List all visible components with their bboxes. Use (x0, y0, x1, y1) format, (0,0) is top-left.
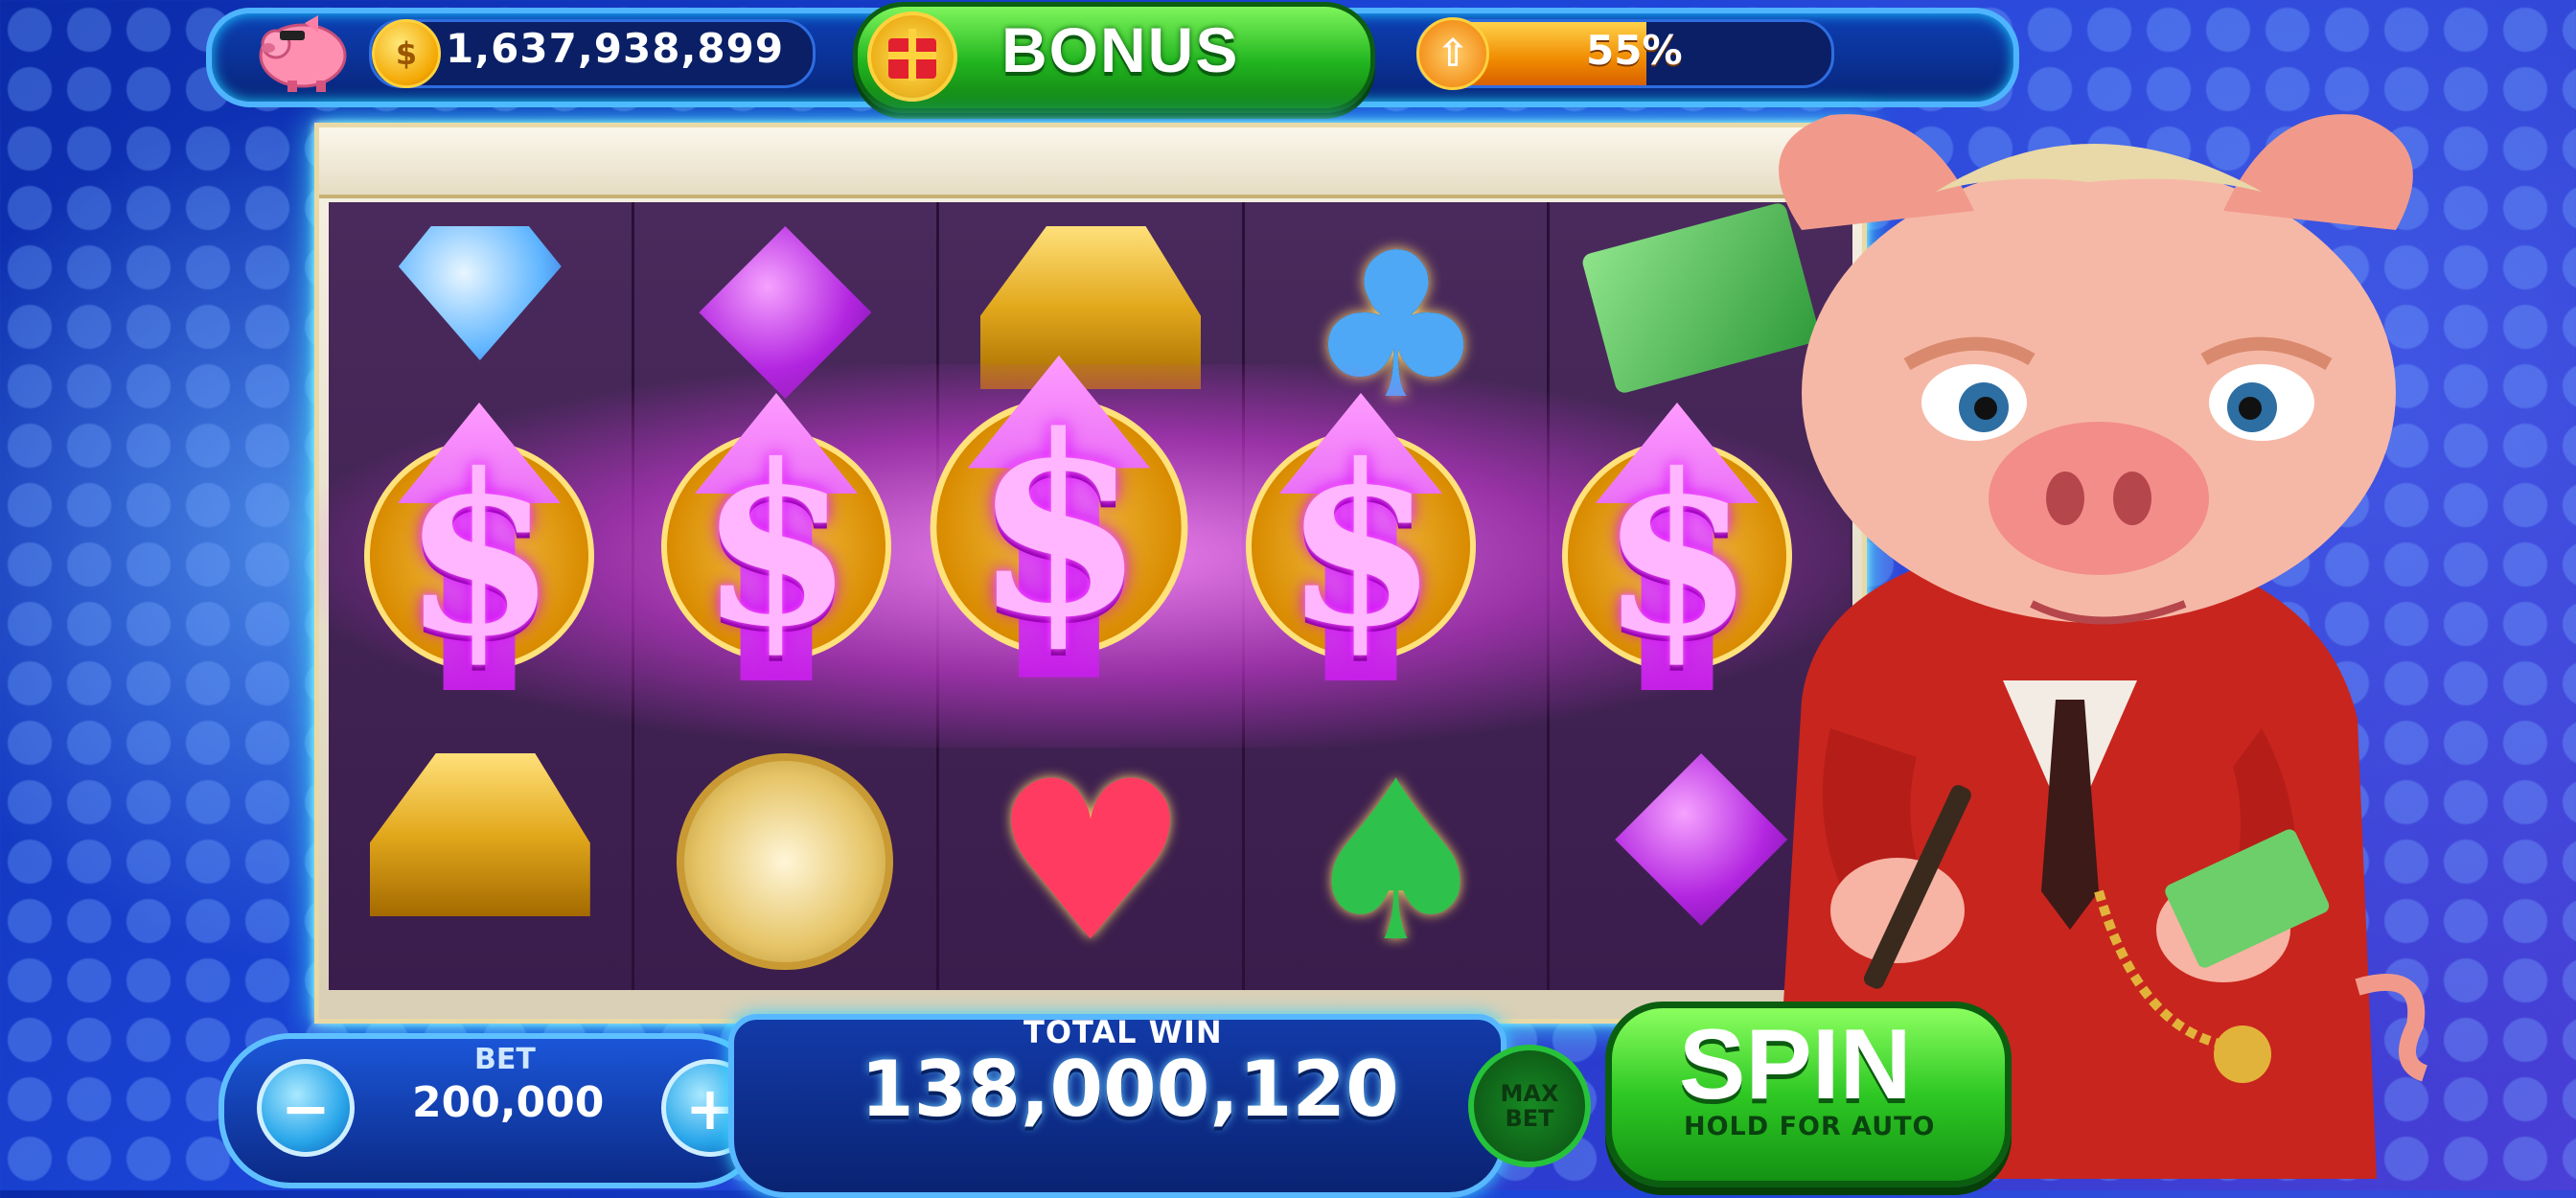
diamond-icon (398, 226, 562, 360)
level-up-arrow-icon: ⇧ (1416, 17, 1489, 90)
dollar-arrow-icon: $ (652, 393, 901, 700)
dollar-arrow-icon: $ (1236, 393, 1485, 700)
pocket-watch-icon (677, 753, 894, 970)
level-progress-label: 55% (1586, 27, 1683, 74)
gift-icon (867, 12, 957, 102)
max-bet-button[interactable]: MAX BET (1468, 1045, 1591, 1167)
coin-icon: $ (372, 19, 441, 88)
decrease-bet-button[interactable]: − (257, 1059, 355, 1157)
piggy-bank-icon[interactable] (247, 6, 353, 94)
max-bet-label-2: BET (1505, 1105, 1554, 1132)
dollar-arrow-icon: $ (355, 403, 604, 709)
gold-bars-icon (369, 753, 590, 916)
spin-label: SPIN (1679, 1009, 1912, 1120)
spade-icon: ♠ (1297, 735, 1495, 991)
spin-hold-for-auto-label: HOLD FOR AUTO (1684, 1112, 1936, 1141)
dollar-arrow-icon: $ (919, 355, 1198, 699)
coin-balance: 1,637,938,899 (446, 25, 785, 72)
total-win-value: 138,000,120 (861, 1045, 1399, 1134)
heart-icon: ♥ (991, 735, 1190, 991)
bet-value: 200,000 (412, 1078, 605, 1127)
reel-top-strip (319, 127, 1862, 198)
bonus-label: BONUS (1001, 14, 1240, 85)
bet-label: BET (474, 1043, 536, 1076)
max-bet-label-1: MAX (1500, 1079, 1559, 1107)
